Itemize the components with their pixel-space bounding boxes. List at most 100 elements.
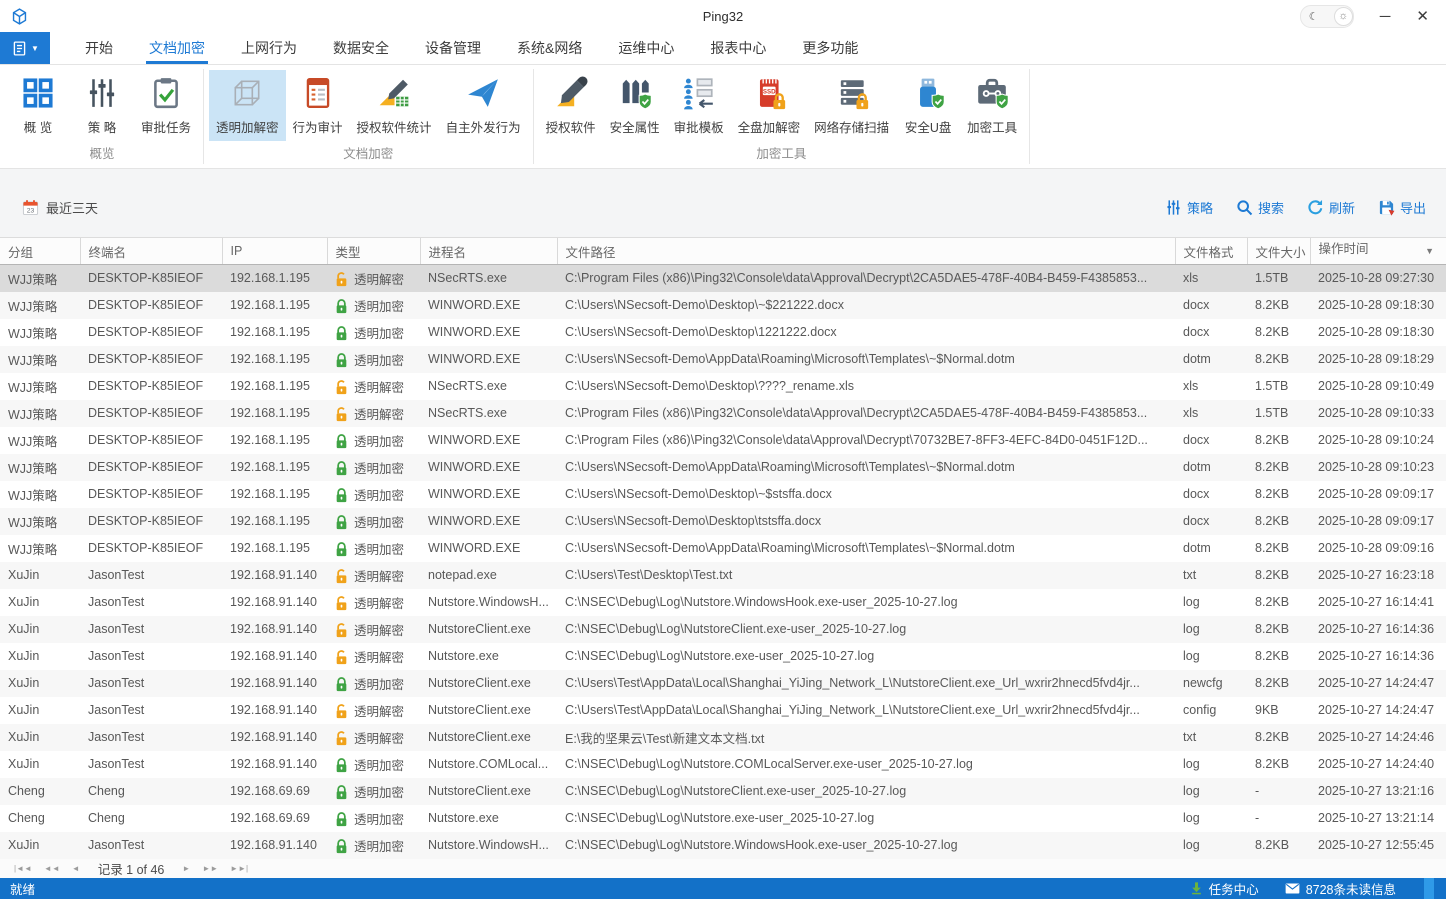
full-disk-encrypt-decrypt-button[interactable]: SSD 全盘加解密 [731,70,808,141]
cell-ip: 192.168.91.140 [222,589,327,616]
date-range-filter[interactable]: 23 最近三天 [22,198,98,217]
tab-system-network[interactable]: 系统&网络 [517,32,582,64]
prev-page-button[interactable]: ◄ [72,864,80,873]
policy-button[interactable]: 策略 [1165,198,1213,217]
grid-icon [21,76,55,110]
export-label: 导出 [1400,198,1426,217]
cell-path: C:\Users\NSecsoft-Demo\Desktop\~$stsffa.… [557,481,1175,508]
column-header-2[interactable]: IP [222,238,327,265]
approval-template-button[interactable]: 审批模板 [667,70,731,141]
network-storage-scan-button[interactable]: 网络存储扫描 [807,70,896,141]
approval-tasks-button[interactable]: 审批任务 [134,70,198,141]
table-row[interactable]: ChengCheng192.168.69.69透明加密Nutstore.exeC… [0,805,1446,832]
cell-terminal: DESKTOP-K85IEOF [80,373,222,400]
cell-ip: 192.168.1.195 [222,373,327,400]
next-group-button[interactable]: ►► [202,864,218,873]
cell-ip: 192.168.91.140 [222,670,327,697]
column-header-7[interactable]: 文件大小 [1247,238,1310,265]
cell-ip: 192.168.1.195 [222,535,327,562]
column-header-3[interactable]: 类型 [327,238,420,265]
table-row[interactable]: WJJ策略DESKTOP-K85IEOF192.168.1.195透明加密WIN… [0,292,1446,319]
cell-group: WJJ策略 [0,319,80,346]
table-row[interactable]: XuJinJasonTest192.168.91.140透明解密Nutstore… [0,589,1446,616]
transparent-encrypt-decrypt-button[interactable]: 透明加解密 [209,70,286,141]
task-center-button[interactable]: 任务中心 [1190,879,1259,898]
tab-data-security[interactable]: 数据安全 [333,32,389,64]
column-header-8[interactable]: 操作时间▼ [1310,238,1446,265]
tab-internet-behavior[interactable]: 上网行为 [241,32,297,64]
ribbon-button-label: 全盘加解密 [738,117,801,136]
tab-device-management[interactable]: 设备管理 [425,32,481,64]
ribbon-button-label: 策 略 [88,117,116,136]
app-menu-button[interactable]: ▼ [0,32,50,64]
cell-size: 8.2KB [1247,346,1310,373]
tab-start[interactable]: 开始 [85,32,113,64]
export-button[interactable]: 导出 [1378,198,1426,217]
column-header-4[interactable]: 进程名 [420,238,557,265]
stats-pencil-icon [377,76,411,110]
column-header-1[interactable]: 终端名 [80,238,222,265]
table-row[interactable]: WJJ策略DESKTOP-K85IEOF192.168.1.195透明加密WIN… [0,535,1446,562]
cell-time: 2025-10-28 09:10:33 [1310,400,1446,427]
tab-ops-center[interactable]: 运维中心 [618,32,674,64]
encryption-tools-button[interactable]: 加密工具 [960,70,1024,141]
unread-messages-button[interactable]: 8728条未读信息 [1285,879,1396,898]
overview-button[interactable]: 概 览 [6,70,70,141]
tab-report-center[interactable]: 报表中心 [710,32,766,64]
next-page-button[interactable]: ► [182,864,190,873]
policy-button[interactable]: 策 略 [70,70,134,141]
table-row[interactable]: XuJinJasonTest192.168.91.140透明加密Nutstore… [0,832,1446,859]
theme-toggle[interactable]: ☾ ☼ [1300,5,1354,28]
tab-doc-encryption[interactable]: 文档加密 [149,32,205,64]
table-row[interactable]: WJJ策略DESKTOP-K85IEOF192.168.1.195透明加密WIN… [0,346,1446,373]
calendar-icon: 23 [22,199,39,216]
column-header-5[interactable]: 文件路径 [557,238,1175,265]
first-page-button[interactable]: |◄◄ [14,864,32,873]
table-row[interactable]: XuJinJasonTest192.168.91.140透明加密Nutstore… [0,670,1446,697]
lock-closed-icon [335,434,348,449]
table-row[interactable]: XuJinJasonTest192.168.91.140透明解密Nutstore… [0,724,1446,751]
table-row[interactable]: WJJ策略DESKTOP-K85IEOF192.168.1.195透明解密NSe… [0,265,1446,292]
table-row[interactable]: WJJ策略DESKTOP-K85IEOF192.168.1.195透明解密NSe… [0,400,1446,427]
behavior-audit-button[interactable]: 行为审计 [286,70,350,141]
table-row[interactable]: WJJ策略DESKTOP-K85IEOF192.168.1.195透明解密NSe… [0,373,1446,400]
tab-more-features[interactable]: 更多功能 [802,32,858,64]
cell-process: NSecRTS.exe [420,373,557,400]
cell-format: docx [1175,481,1247,508]
table-row[interactable]: XuJinJasonTest192.168.91.140透明解密Nutstore… [0,697,1446,724]
authorized-software-stats-button[interactable]: 授权软件统计 [350,70,439,141]
table-row[interactable]: XuJinJasonTest192.168.91.140透明解密notepad.… [0,562,1446,589]
table-row[interactable]: WJJ策略DESKTOP-K85IEOF192.168.1.195透明加密WIN… [0,481,1446,508]
table-row[interactable]: WJJ策略DESKTOP-K85IEOF192.168.1.195透明加密WIN… [0,427,1446,454]
column-header-6[interactable]: 文件格式 [1175,238,1247,265]
lock-open-icon [335,380,348,395]
last-page-button[interactable]: ►►| [230,864,248,873]
cell-type: 透明解密 [327,724,420,751]
security-attributes-button[interactable]: 安全属性 [603,70,667,141]
table-row[interactable]: ChengCheng192.168.69.69透明加密NutstoreClien… [0,778,1446,805]
table-row[interactable]: WJJ策略DESKTOP-K85IEOF192.168.1.195透明加密WIN… [0,454,1446,481]
minimize-button[interactable]: ─ [1380,9,1391,24]
self-outgoing-behavior-button[interactable]: 自主外发行为 [439,70,528,141]
cell-path: C:\NSEC\Debug\Log\Nutstore.exe-user_2025… [557,643,1175,670]
table-row[interactable]: XuJinJasonTest192.168.91.140透明加密Nutstore… [0,751,1446,778]
cell-terminal: JasonTest [80,751,222,778]
lock-open-icon [335,623,348,638]
refresh-button[interactable]: 刷新 [1307,198,1355,217]
table-row[interactable]: XuJinJasonTest192.168.91.140透明解密Nutstore… [0,643,1446,670]
sort-caret-icon[interactable]: ▼ [1425,238,1434,264]
table-row[interactable]: WJJ策略DESKTOP-K85IEOF192.168.1.195透明加密WIN… [0,508,1446,535]
table-row[interactable]: WJJ策略DESKTOP-K85IEOF192.168.1.195透明加密WIN… [0,319,1446,346]
svg-text:SSD: SSD [763,88,776,95]
cell-format: xls [1175,373,1247,400]
close-button[interactable]: ✕ [1416,9,1429,24]
search-button[interactable]: 搜索 [1236,198,1284,217]
column-header-0[interactable]: 分组 [0,238,80,265]
cube-icon [230,76,264,110]
cell-format: log [1175,805,1247,832]
secure-usb-button[interactable]: 安全U盘 [896,70,960,141]
table-row[interactable]: XuJinJasonTest192.168.91.140透明解密Nutstore… [0,616,1446,643]
ribbon-button-label: 行为审计 [293,117,343,136]
authorized-software-button[interactable]: 授权软件 [539,70,603,141]
prev-group-button[interactable]: ◄◄ [44,864,60,873]
